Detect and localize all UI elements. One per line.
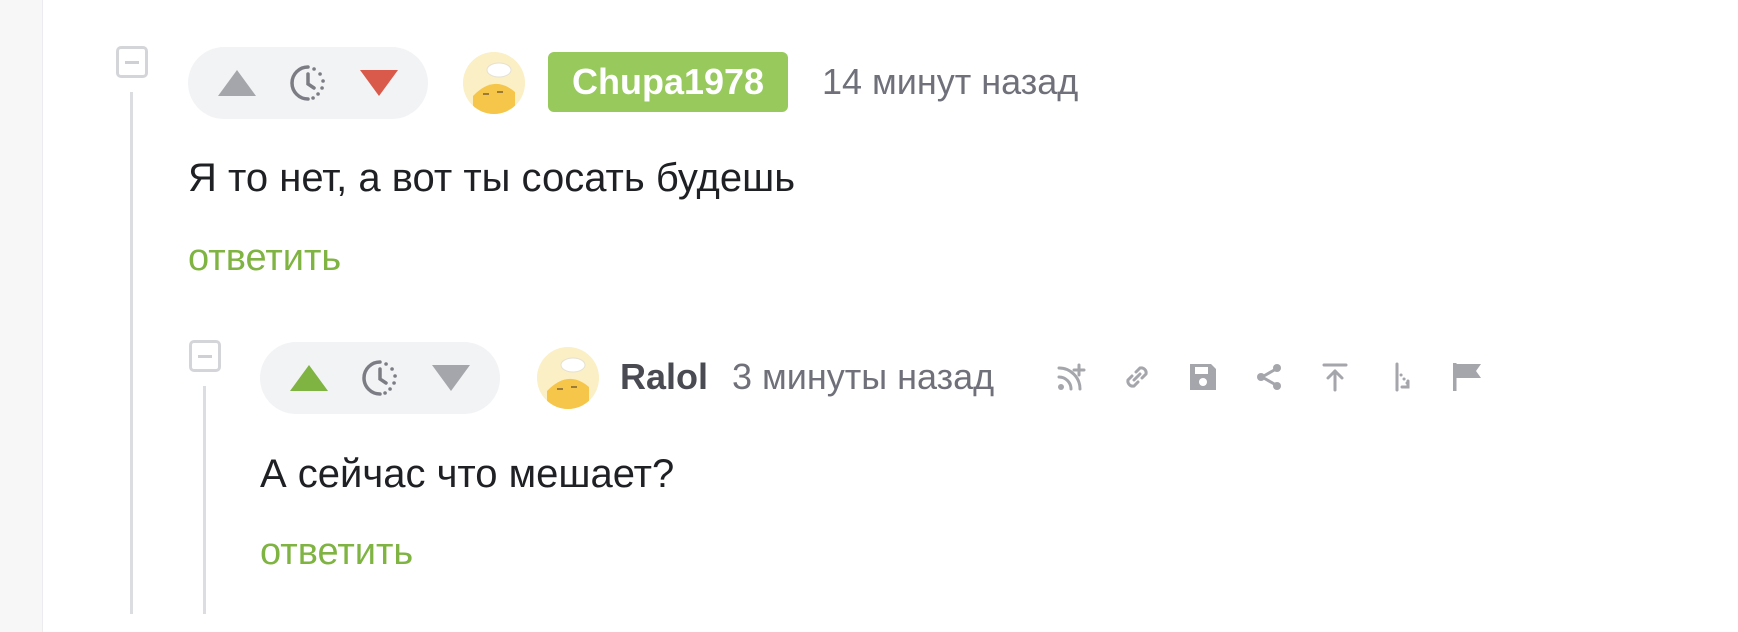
vote-pill-2 xyxy=(260,342,500,414)
thread-line-1[interactable] xyxy=(130,92,133,614)
rating-hidden-timer-icon[interactable] xyxy=(288,63,328,103)
link-icon[interactable] xyxy=(1121,361,1153,393)
downvote-button[interactable] xyxy=(430,363,472,393)
upvote-button[interactable] xyxy=(216,68,258,98)
rating-hidden-timer-icon[interactable] xyxy=(360,358,400,398)
page-left-gutter xyxy=(0,0,43,632)
comment-text: А сейчас что мешает? xyxy=(260,452,675,496)
reply-link[interactable]: ответить xyxy=(188,233,341,283)
comment-text: Я то нет, а вот ты сосать будешь xyxy=(188,156,796,200)
avatar[interactable] xyxy=(537,347,599,409)
author-username-badge[interactable]: Chupa1978 xyxy=(548,52,789,112)
share-icon[interactable] xyxy=(1253,361,1285,393)
branch-icon[interactable] xyxy=(1385,361,1417,393)
collapse-thread-button-2[interactable] xyxy=(189,340,221,372)
thread-line-2[interactable] xyxy=(203,386,206,614)
comment-timestamp[interactable]: 3 минуты назад xyxy=(732,347,994,407)
reply-link[interactable]: ответить xyxy=(260,527,413,577)
comment-timestamp[interactable]: 14 минут назад xyxy=(822,52,1078,112)
collapse-thread-button-1[interactable] xyxy=(116,46,148,78)
upvote-button[interactable] xyxy=(288,363,330,393)
vote-pill-1 xyxy=(188,47,428,119)
save-icon[interactable] xyxy=(1187,361,1219,393)
scroll-to-parent-icon[interactable] xyxy=(1319,361,1351,393)
downvote-button[interactable] xyxy=(358,68,400,98)
subscribe-icon[interactable] xyxy=(1055,361,1087,393)
avatar[interactable] xyxy=(463,52,525,114)
username[interactable]: Ralol xyxy=(620,347,708,407)
report-flag-icon[interactable] xyxy=(1451,361,1483,393)
comment-toolbar xyxy=(1055,347,1483,407)
